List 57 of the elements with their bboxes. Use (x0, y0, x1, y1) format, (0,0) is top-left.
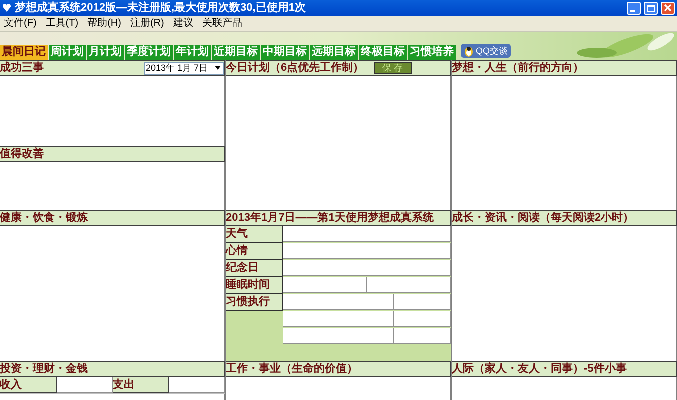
tab[interactable]: 晨间日记 (0, 45, 48, 60)
section-title: 值得改善 (0, 148, 44, 160)
menu-item[interactable]: 文件(F) (4, 18, 37, 28)
tab[interactable]: 近期目标 (212, 45, 260, 60)
menu-item[interactable]: 工具(T) (46, 18, 79, 28)
section-title: 2013年1月7日——第1天使用梦想成真系统 (226, 212, 434, 224)
input-field[interactable] (283, 311, 394, 327)
date-dropdown[interactable]: 2013年 1月 7日 (144, 62, 224, 74)
section-title: 投资・理财・金钱 (0, 364, 88, 374)
input-field[interactable] (283, 294, 394, 310)
input-field[interactable] (169, 377, 225, 393)
field-label: 纪念日 (226, 260, 283, 277)
save-button[interactable]: 保 存 (374, 62, 412, 74)
field-label: 习惯执行 (226, 294, 283, 311)
input-field[interactable] (394, 311, 451, 327)
section-title: 健康・饮食・锻炼 (0, 212, 88, 224)
tab[interactable]: 中期目标 (261, 45, 309, 60)
dropdown-arrow-icon (215, 66, 221, 70)
section-title: 人际（家人・友人・同事）-5件小事 (452, 364, 627, 374)
input-field[interactable] (57, 377, 113, 393)
menu-item[interactable]: 注册(R) (130, 18, 164, 28)
field-label: 支出 (113, 377, 169, 393)
input-field[interactable] (394, 294, 451, 310)
tab[interactable]: 习惯培养 (408, 45, 456, 60)
penguin-icon (464, 46, 474, 56)
section-title: 梦想・人生（前行的方向） (452, 62, 584, 74)
input-field[interactable] (367, 277, 451, 293)
close-icon (664, 4, 672, 12)
app-icon (2, 3, 12, 13)
tab[interactable]: 终极目标 (359, 45, 407, 60)
input-field[interactable] (283, 328, 394, 344)
chat-button[interactable]: QQ交谈 (461, 44, 512, 58)
tab[interactable]: 远期目标 (310, 45, 358, 60)
section-title: 工作・事业（生命的价值） (226, 364, 358, 374)
field-label: 收入 (0, 377, 57, 393)
section-title: 成长・资讯・阅读（每天阅读2小时） (452, 212, 634, 224)
minimize-button[interactable] (627, 2, 641, 14)
section-title: 成功三事 (0, 62, 45, 74)
section-title: 今日计划（6点优先工作制） (226, 62, 366, 74)
menu-item[interactable]: 关联产品 (202, 18, 242, 28)
input-field[interactable] (283, 226, 451, 242)
maximize-button[interactable] (644, 2, 658, 14)
tab[interactable]: 季度计划 (125, 45, 173, 60)
tab[interactable]: 月计划 (87, 45, 124, 60)
input-field[interactable] (394, 328, 451, 344)
tab[interactable]: 周计划 (49, 45, 86, 60)
field-label: 睡眠时间 (226, 277, 283, 294)
input-field[interactable] (283, 260, 451, 276)
close-button[interactable] (661, 2, 675, 14)
window-title: 梦想成真系统2012版—未注册版,最大使用次数30,已使用1次 (15, 2, 306, 14)
input-field[interactable] (283, 277, 367, 293)
tab[interactable]: 年计划 (174, 45, 211, 60)
field-label: 天气 (226, 226, 283, 243)
field-label: 心情 (226, 243, 283, 260)
menu-item[interactable]: 帮助(H) (88, 18, 122, 28)
menu-item[interactable]: 建议 (173, 18, 194, 28)
input-field[interactable] (283, 243, 451, 259)
